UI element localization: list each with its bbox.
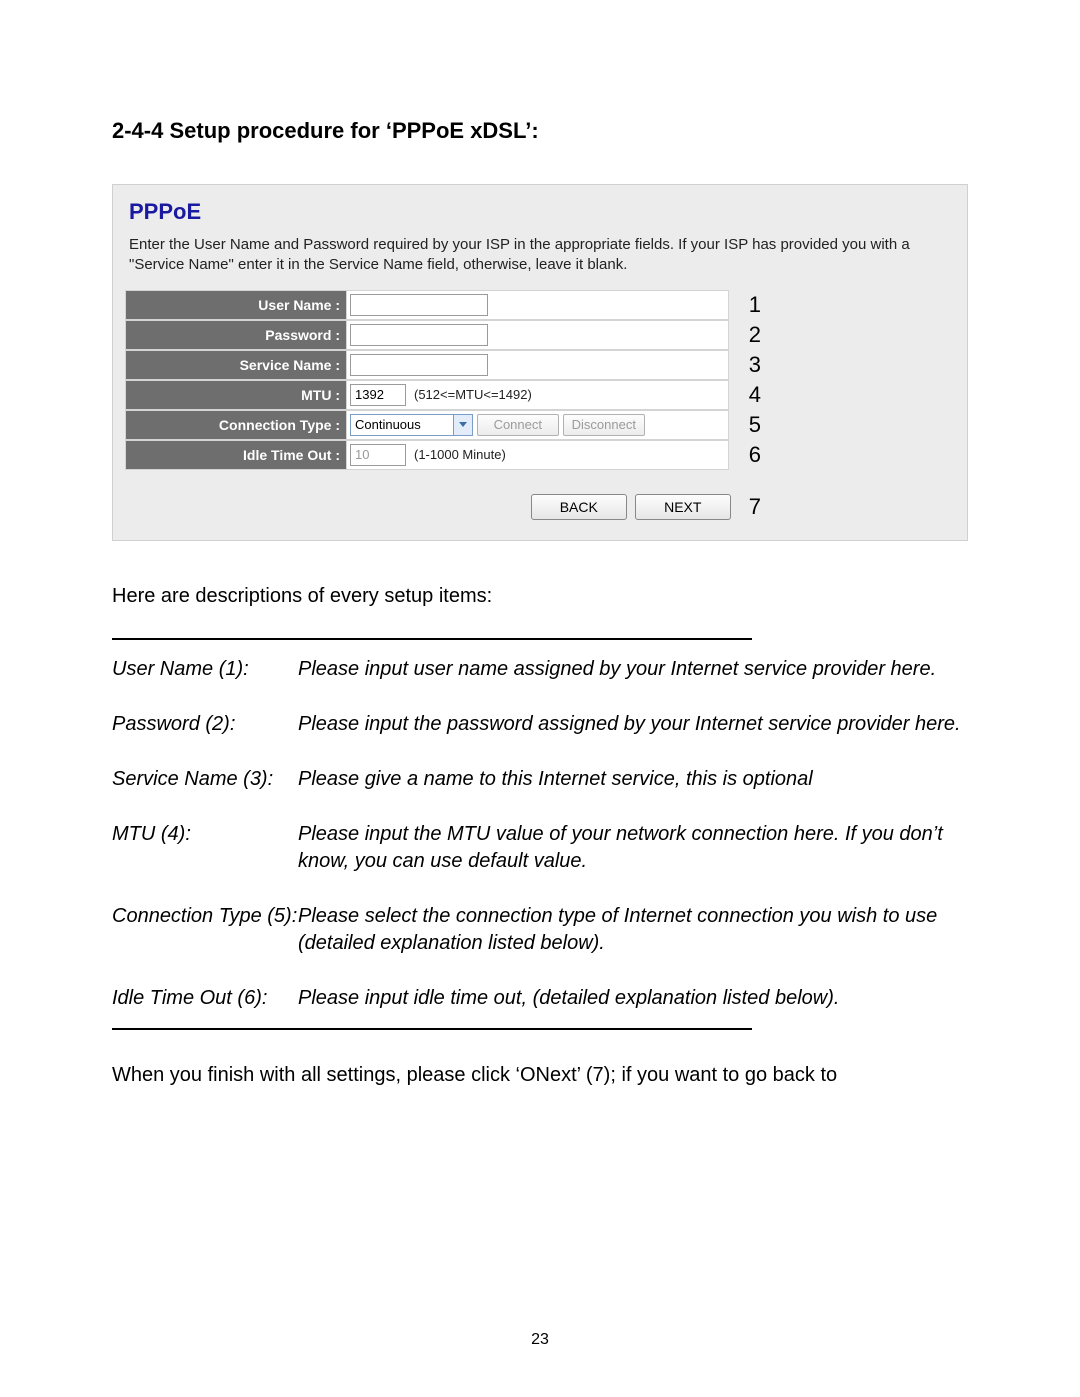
def-text: Please input the MTU value of your netwo… — [298, 821, 968, 875]
def-text: Please input idle time out, (detailed ex… — [298, 985, 968, 1012]
panel-title: PPPoE — [129, 199, 957, 225]
mtu-input[interactable] — [350, 384, 406, 406]
label-username: User Name : — [125, 290, 347, 320]
def-row: Idle Time Out (6): Please input idle tim… — [112, 985, 968, 1012]
label-password: Password : — [125, 320, 347, 350]
num-2: 2 — [737, 320, 761, 350]
def-text: Please input user name assigned by your … — [298, 656, 968, 683]
disconnect-button[interactable]: Disconnect — [563, 414, 645, 436]
section-heading: 2-4-4 Setup procedure for ‘PPPoE xDSL’: — [112, 118, 968, 144]
idle-timeout-input[interactable] — [350, 444, 406, 466]
service-name-input[interactable] — [350, 354, 488, 376]
row-service-name: Service Name : 3 — [125, 350, 957, 380]
divider-bottom — [112, 1028, 752, 1030]
descriptions-intro: Here are descriptions of every setup ite… — [112, 585, 968, 608]
panel-description: Enter the User Name and Password require… — [129, 235, 953, 276]
row-username: User Name : 1 — [125, 290, 957, 320]
def-term: Idle Time Out (6): — [112, 985, 298, 1012]
def-term: Service Name (3): — [112, 766, 298, 793]
connection-type-value: Continuous — [351, 417, 453, 432]
num-3: 3 — [737, 350, 761, 380]
def-row: Password (2): Please input the password … — [112, 711, 968, 738]
connect-button[interactable]: Connect — [477, 414, 559, 436]
pppoe-panel: PPPoE Enter the User Name and Password r… — [112, 184, 968, 541]
row-idle-timeout: Idle Time Out : (1-1000 Minute) 6 — [125, 440, 957, 470]
def-row: Service Name (3): Please give a name to … — [112, 766, 968, 793]
num-7: 7 — [749, 494, 761, 520]
num-6: 6 — [737, 440, 761, 470]
num-5: 5 — [737, 410, 761, 440]
idle-hint: (1-1000 Minute) — [414, 447, 506, 462]
def-term: Connection Type (5): — [112, 903, 298, 957]
closing-text: When you finish with all settings, pleas… — [112, 1064, 968, 1087]
label-mtu: MTU : — [125, 380, 347, 410]
def-term: Password (2): — [112, 711, 298, 738]
row-connection-type: Connection Type : Continuous Connect Dis… — [125, 410, 957, 440]
def-row: MTU (4): Please input the MTU value of y… — [112, 821, 968, 875]
page-number: 23 — [0, 1331, 1080, 1349]
def-row: User Name (1): Please input user name as… — [112, 656, 968, 683]
def-text: Please input the password assigned by yo… — [298, 711, 968, 738]
num-1: 1 — [737, 290, 761, 320]
row-mtu: MTU : (512<=MTU<=1492) 4 — [125, 380, 957, 410]
row-password: Password : 2 — [125, 320, 957, 350]
next-button[interactable]: NEXT — [635, 494, 731, 520]
chevron-down-icon — [453, 415, 472, 435]
def-text: Please give a name to this Internet serv… — [298, 766, 968, 793]
divider-top — [112, 638, 752, 640]
def-row: Connection Type (5): Please select the c… — [112, 903, 968, 957]
num-4: 4 — [737, 380, 761, 410]
def-term: MTU (4): — [112, 821, 298, 875]
back-button[interactable]: BACK — [531, 494, 627, 520]
def-term: User Name (1): — [112, 656, 298, 683]
label-connection-type: Connection Type : — [125, 410, 347, 440]
definitions-list: User Name (1): Please input user name as… — [112, 656, 968, 1012]
label-idle-timeout: Idle Time Out : — [125, 440, 347, 470]
def-text: Please select the connection type of Int… — [298, 903, 968, 957]
connection-type-select[interactable]: Continuous — [350, 414, 473, 436]
mtu-hint: (512<=MTU<=1492) — [414, 387, 532, 402]
username-input[interactable] — [350, 294, 488, 316]
password-input[interactable] — [350, 324, 488, 346]
label-service-name: Service Name : — [125, 350, 347, 380]
